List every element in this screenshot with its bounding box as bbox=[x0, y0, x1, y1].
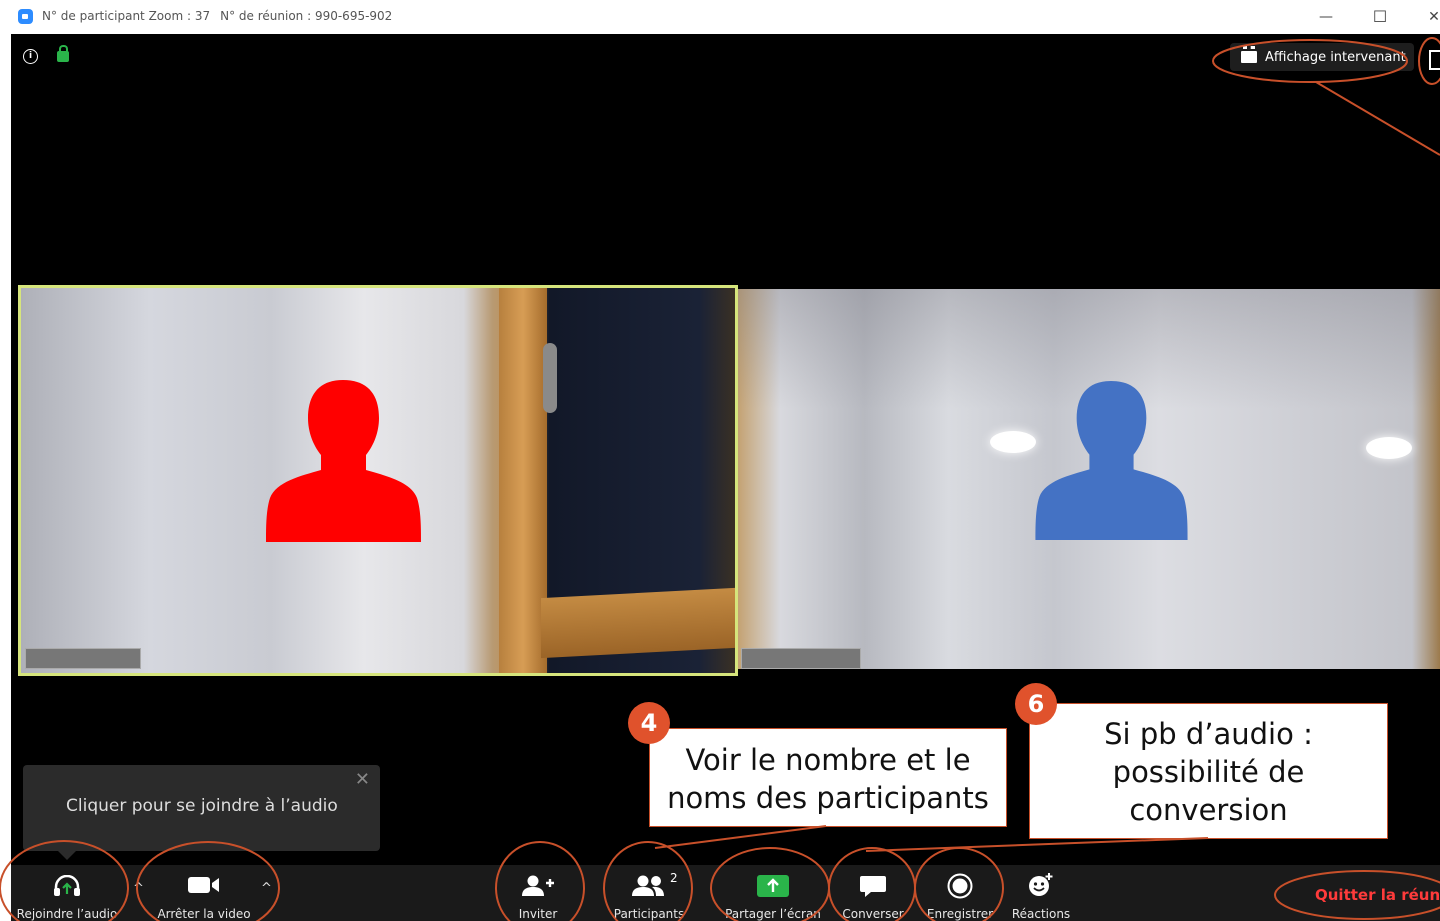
leader-chat bbox=[865, 837, 1209, 852]
highlight-invite bbox=[495, 841, 585, 921]
leader-participants bbox=[654, 825, 827, 849]
highlight-join-audio bbox=[0, 840, 129, 921]
annotation-overlay bbox=[0, 37, 1440, 921]
highlight-fullscreen bbox=[1418, 37, 1440, 85]
highlight-speaker-view bbox=[1212, 39, 1408, 83]
highlight-chat bbox=[828, 847, 916, 921]
highlight-record bbox=[914, 847, 1004, 921]
leader-speaker-view bbox=[1315, 81, 1440, 156]
highlight-share-screen bbox=[710, 847, 830, 921]
highlight-participants bbox=[603, 841, 693, 921]
highlight-stop-video bbox=[136, 841, 280, 921]
highlight-leave bbox=[1274, 870, 1440, 920]
